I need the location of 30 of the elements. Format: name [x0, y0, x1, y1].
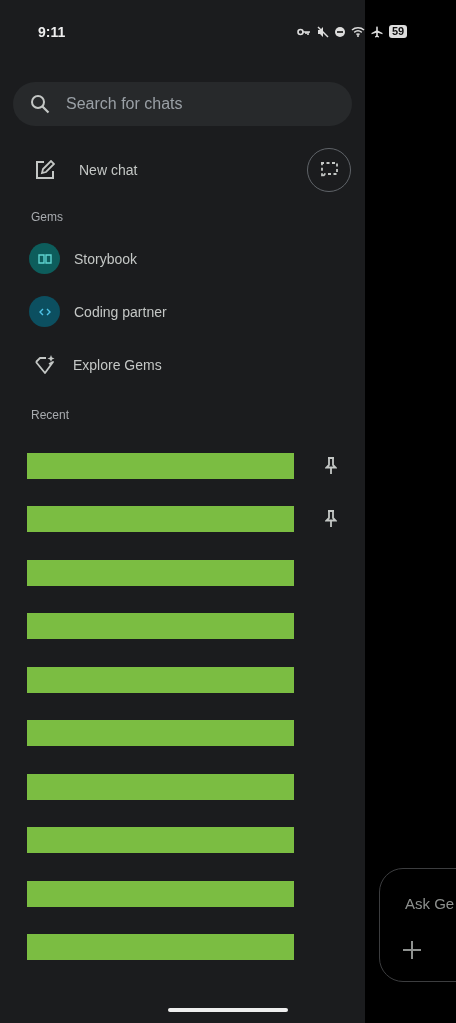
- redacted-chat-title[interactable]: [27, 613, 294, 640]
- redacted-chat-title[interactable]: [27, 880, 294, 907]
- sparkle-gem-icon: [34, 354, 56, 375]
- gem-item[interactable]: Storybook: [0, 232, 365, 285]
- airplane-icon: [371, 25, 383, 38]
- search-icon: [30, 94, 50, 114]
- redacted-chat-title[interactable]: [27, 506, 294, 533]
- redacted-chat-title[interactable]: [27, 666, 294, 693]
- section-heading: Gems: [30, 209, 64, 226]
- gem-item[interactable]: Explore Gems: [0, 338, 365, 391]
- redacted-chat-title[interactable]: [27, 559, 294, 586]
- wifi-icon: [351, 26, 365, 37]
- status-time: 9:11: [38, 24, 66, 40]
- battery-level: 59: [389, 25, 408, 38]
- redacted-chat-title[interactable]: [27, 827, 294, 854]
- muted-speaker-icon: [317, 25, 329, 38]
- section-heading: Recent: [30, 407, 71, 424]
- do-not-disturb-icon: [335, 26, 345, 37]
- redacted-chat-title[interactable]: [27, 773, 294, 800]
- redacted-chat-title[interactable]: [27, 452, 294, 479]
- gem-item[interactable]: Coding partner: [0, 285, 365, 338]
- dashed-chat-icon: [320, 162, 338, 178]
- plus-icon: [402, 940, 422, 960]
- redacted-chat-title[interactable]: [27, 934, 294, 961]
- redacted-chat-title[interactable]: [27, 720, 294, 747]
- new-chat-item[interactable]: New chat: [0, 150, 138, 190]
- prompt-field[interactable]: Ask Ge: [379, 868, 456, 982]
- edit-icon: [35, 160, 55, 180]
- key-icon: [297, 27, 311, 36]
- search-field[interactable]: Search for chats: [13, 82, 352, 126]
